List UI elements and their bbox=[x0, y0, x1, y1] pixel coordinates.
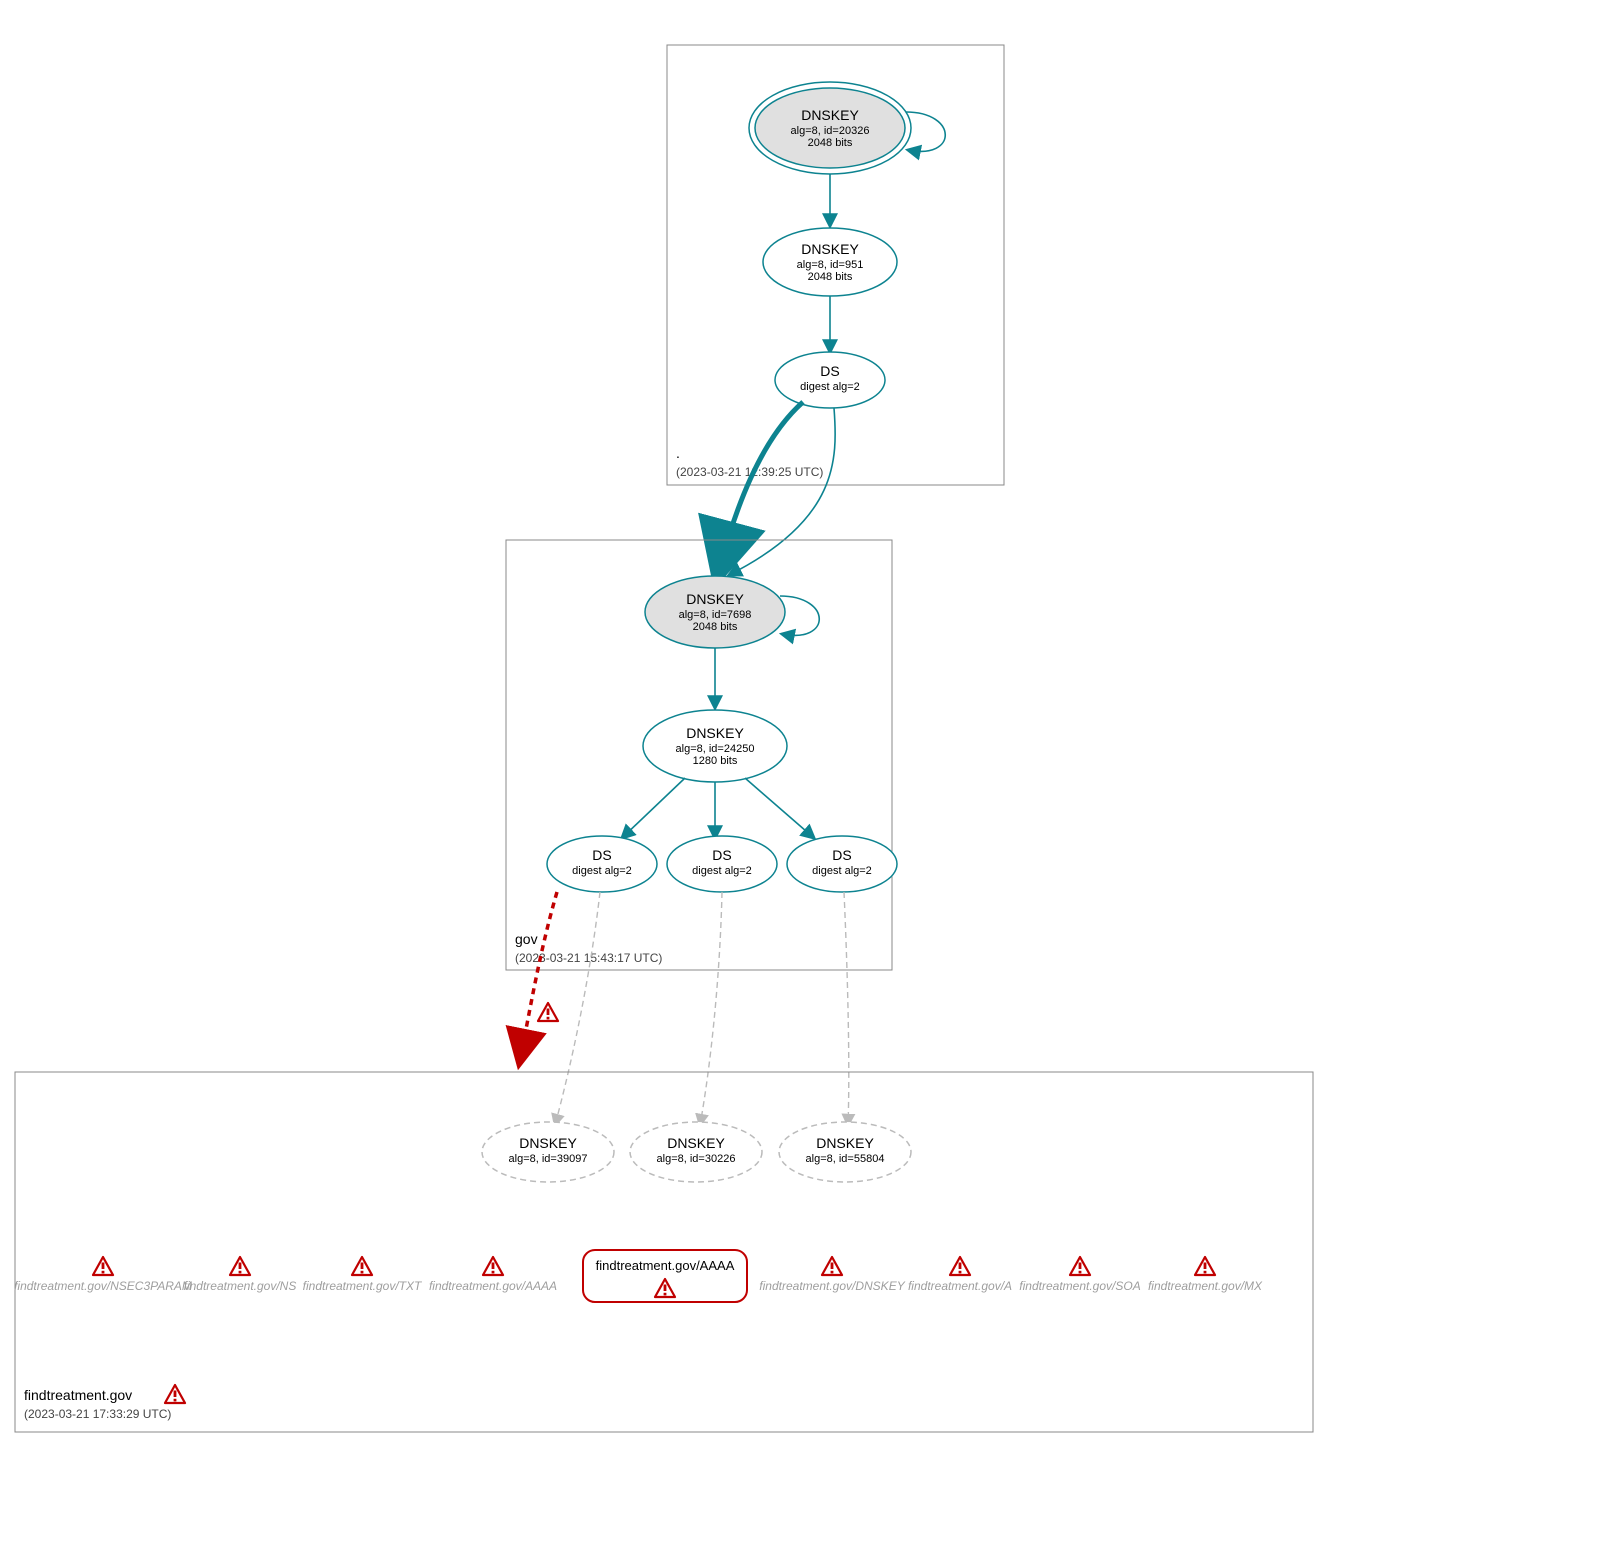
node-gov-ds3[interactable]: DS digest alg=2 bbox=[787, 836, 897, 892]
svg-text:digest alg=2: digest alg=2 bbox=[572, 865, 632, 877]
svg-text:findtreatment.gov/SOA: findtreatment.gov/SOA bbox=[1019, 1279, 1140, 1293]
warn-icon bbox=[822, 1257, 842, 1275]
svg-text:alg=8, id=30226: alg=8, id=30226 bbox=[657, 1153, 736, 1165]
svg-text:findtreatment.gov/TXT: findtreatment.gov/TXT bbox=[303, 1279, 423, 1293]
svg-text:findtreatment.gov/NS: findtreatment.gov/NS bbox=[184, 1279, 297, 1293]
edge-gov-ksk-selfloop bbox=[780, 596, 819, 635]
rrset-nsec3param[interactable]: findtreatment.gov/NSEC3PARAM bbox=[14, 1257, 192, 1293]
node-leaf-k3[interactable]: DNSKEY alg=8, id=55804 bbox=[779, 1122, 911, 1182]
svg-text:alg=8, id=20326: alg=8, id=20326 bbox=[791, 125, 870, 137]
svg-text:digest alg=2: digest alg=2 bbox=[812, 865, 872, 877]
svg-text:2048 bits: 2048 bits bbox=[808, 137, 853, 149]
edge-ds1-k1 bbox=[555, 892, 600, 1125]
rrset-aaaa-grey[interactable]: findtreatment.gov/AAAA bbox=[429, 1257, 557, 1293]
svg-text:DNSKEY: DNSKEY bbox=[801, 241, 859, 257]
warn-icon bbox=[1195, 1257, 1215, 1275]
warn-icon bbox=[483, 1257, 503, 1275]
svg-text:2048 bits: 2048 bits bbox=[693, 621, 738, 633]
zone-leaf-timestamp: (2023-03-21 17:33:29 UTC) bbox=[24, 1407, 171, 1421]
warn-icon bbox=[230, 1257, 250, 1275]
rrset-ns[interactable]: findtreatment.gov/NS bbox=[184, 1257, 297, 1293]
zone-leaf-label: findtreatment.gov bbox=[24, 1387, 132, 1403]
svg-text:DS: DS bbox=[712, 847, 731, 863]
rrset-aaaa-main[interactable]: findtreatment.gov/AAAA bbox=[583, 1250, 747, 1302]
svg-text:findtreatment.gov/NSEC3PARAM: findtreatment.gov/NSEC3PARAM bbox=[14, 1279, 192, 1293]
svg-text:DNSKEY: DNSKEY bbox=[519, 1135, 577, 1151]
dnssec-diagram: . (2023-03-21 12:39:25 UTC) DNSKEY alg=8… bbox=[0, 0, 1619, 1547]
svg-text:DNSKEY: DNSKEY bbox=[667, 1135, 725, 1151]
rrset-mx[interactable]: findtreatment.gov/MX bbox=[1148, 1257, 1263, 1293]
rrset-a[interactable]: findtreatment.gov/A bbox=[908, 1257, 1012, 1293]
warn-icon bbox=[93, 1257, 113, 1275]
warn-icon bbox=[950, 1257, 970, 1275]
svg-text:DNSKEY: DNSKEY bbox=[816, 1135, 874, 1151]
svg-text:DNSKEY: DNSKEY bbox=[686, 725, 744, 741]
zone-gov-timestamp: (2023-03-21 15:43:17 UTC) bbox=[515, 951, 662, 965]
node-gov-ds2[interactable]: DS digest alg=2 bbox=[667, 836, 777, 892]
svg-text:findtreatment.gov/AAAA: findtreatment.gov/AAAA bbox=[429, 1279, 557, 1293]
svg-text:DNSKEY: DNSKEY bbox=[686, 591, 744, 607]
edge-govzsk-ds3 bbox=[745, 778, 814, 838]
warn-icon bbox=[352, 1257, 372, 1275]
svg-text:DS: DS bbox=[592, 847, 611, 863]
node-leaf-k2[interactable]: DNSKEY alg=8, id=30226 bbox=[630, 1122, 762, 1182]
node-root-zsk[interactable]: DNSKEY alg=8, id=951 2048 bits bbox=[763, 228, 897, 296]
edge-ds2-k2 bbox=[700, 892, 722, 1125]
edge-gov-leaf-error bbox=[520, 892, 557, 1060]
edge-rootds-govksk-thick bbox=[719, 402, 803, 570]
node-gov-ds1[interactable]: DS digest alg=2 bbox=[547, 836, 657, 892]
svg-text:alg=8, id=55804: alg=8, id=55804 bbox=[806, 1153, 885, 1165]
svg-text:alg=8, id=39097: alg=8, id=39097 bbox=[509, 1153, 588, 1165]
edge-govzsk-ds1 bbox=[622, 778, 685, 838]
svg-text:findtreatment.gov/MX: findtreatment.gov/MX bbox=[1148, 1279, 1263, 1293]
svg-text:2048 bits: 2048 bits bbox=[808, 271, 853, 283]
node-gov-zsk[interactable]: DNSKEY alg=8, id=24250 1280 bits bbox=[643, 710, 787, 782]
warn-icon bbox=[1070, 1257, 1090, 1275]
svg-text:DS: DS bbox=[832, 847, 851, 863]
svg-text:1280 bits: 1280 bits bbox=[693, 755, 738, 767]
svg-text:alg=8, id=7698: alg=8, id=7698 bbox=[679, 609, 752, 621]
warn-icon-zone-leaf bbox=[165, 1385, 185, 1403]
warn-icon-delegation bbox=[538, 1003, 558, 1021]
svg-text:findtreatment.gov/DNSKEY: findtreatment.gov/DNSKEY bbox=[759, 1279, 905, 1293]
node-root-ksk[interactable]: DNSKEY alg=8, id=20326 2048 bits bbox=[749, 82, 911, 174]
rrset-dnskey[interactable]: findtreatment.gov/DNSKEY bbox=[759, 1257, 905, 1293]
zone-gov-label: gov bbox=[515, 931, 538, 947]
edge-root-ksk-selfloop bbox=[906, 112, 945, 151]
svg-text:alg=8, id=24250: alg=8, id=24250 bbox=[676, 743, 755, 755]
svg-text:digest alg=2: digest alg=2 bbox=[800, 381, 860, 393]
rrset-txt[interactable]: findtreatment.gov/TXT bbox=[303, 1257, 423, 1293]
svg-text:DNSKEY: DNSKEY bbox=[801, 107, 859, 123]
svg-text:findtreatment.gov/AAAA: findtreatment.gov/AAAA bbox=[596, 1258, 735, 1273]
svg-text:digest alg=2: digest alg=2 bbox=[692, 865, 752, 877]
edge-ds3-k3 bbox=[844, 892, 849, 1125]
rrset-soa[interactable]: findtreatment.gov/SOA bbox=[1019, 1257, 1140, 1293]
zone-root-label: . bbox=[676, 445, 680, 461]
svg-text:alg=8, id=951: alg=8, id=951 bbox=[797, 259, 864, 271]
svg-text:DS: DS bbox=[820, 363, 839, 379]
svg-text:findtreatment.gov/A: findtreatment.gov/A bbox=[908, 1279, 1012, 1293]
node-root-ds[interactable]: DS digest alg=2 bbox=[775, 352, 885, 408]
node-gov-ksk[interactable]: DNSKEY alg=8, id=7698 2048 bits bbox=[645, 576, 785, 648]
node-leaf-k1[interactable]: DNSKEY alg=8, id=39097 bbox=[482, 1122, 614, 1182]
